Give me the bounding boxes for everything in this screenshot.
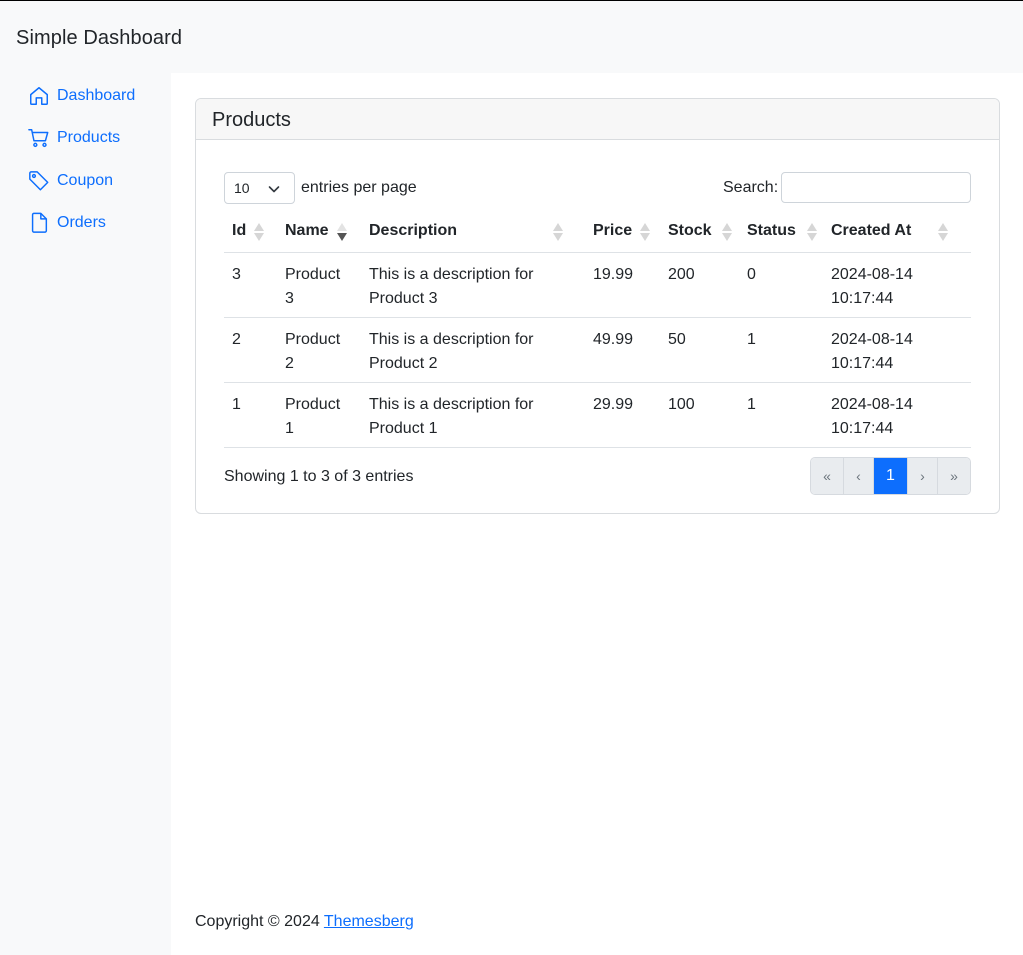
created-time: 10:17:44 bbox=[831, 419, 894, 437]
cell-name: Product 3 bbox=[277, 252, 361, 318]
pagination: « ‹ 1 › » bbox=[810, 457, 971, 495]
table-info: Showing 1 to 3 of 3 entries bbox=[224, 468, 414, 485]
column-header-status[interactable]: Status bbox=[739, 211, 823, 253]
search-input[interactable] bbox=[781, 172, 971, 203]
sidebar: Dashboard Products Coupon Orders bbox=[0, 73, 171, 955]
entries-per-page-select[interactable]: 10 bbox=[224, 172, 295, 204]
sort-icon bbox=[553, 223, 563, 241]
cell-id: 1 bbox=[224, 382, 277, 448]
sidebar-item-coupon[interactable]: Coupon bbox=[28, 168, 113, 194]
cell-description: This is a description for Product 3 bbox=[361, 252, 585, 318]
page-current-button[interactable]: 1 bbox=[874, 458, 908, 494]
created-date: 2024-08-14 bbox=[831, 330, 913, 348]
cell-description: This is a description for Product 2 bbox=[361, 317, 585, 383]
cart-icon bbox=[28, 129, 49, 148]
tag-icon bbox=[29, 171, 49, 191]
house-icon bbox=[30, 87, 48, 105]
products-table: Id Name Description Price Stock Status C… bbox=[224, 211, 971, 448]
main-content: Products 10 entries per page Search: Id … bbox=[171, 73, 1023, 955]
cell-name: Product 2 bbox=[277, 317, 361, 383]
sort-icon bbox=[938, 223, 948, 241]
sidebar-item-products[interactable]: Products bbox=[28, 125, 120, 151]
cell-id: 2 bbox=[224, 317, 277, 383]
table-row: 2 Product 2 This is a description for Pr… bbox=[224, 317, 971, 383]
column-header-created-at[interactable]: Created At bbox=[823, 211, 971, 253]
page-first-button[interactable]: « bbox=[811, 458, 844, 494]
column-header-description[interactable]: Description bbox=[361, 211, 585, 253]
per-page-label: entries per page bbox=[301, 179, 417, 196]
footer-copyright: Copyright © 2024 bbox=[195, 913, 324, 930]
column-header-id[interactable]: Id bbox=[224, 211, 277, 253]
sidebar-item-label: Products bbox=[57, 129, 121, 146]
sort-icon bbox=[807, 223, 817, 241]
sidebar-item-orders[interactable]: Orders bbox=[28, 210, 106, 236]
created-time: 10:17:44 bbox=[831, 354, 894, 372]
table-header-row: Id Name Description Price Stock Status C… bbox=[224, 211, 971, 253]
cell-name: Product 1 bbox=[277, 382, 361, 448]
sort-icon bbox=[722, 223, 732, 241]
created-time: 10:17:44 bbox=[831, 289, 894, 307]
cell-status: 1 bbox=[739, 382, 823, 448]
footer-link[interactable]: Themesberg bbox=[324, 913, 414, 930]
top-navbar: Simple Dashboard bbox=[0, 1, 1023, 73]
created-date: 2024-08-14 bbox=[831, 395, 913, 413]
page-prev-button[interactable]: ‹ bbox=[844, 458, 874, 494]
page-last-button[interactable]: » bbox=[938, 458, 970, 494]
footer: Copyright © 2024 Themesberg bbox=[195, 913, 414, 931]
page-next-button[interactable]: › bbox=[908, 458, 938, 494]
column-header-price[interactable]: Price bbox=[585, 211, 660, 253]
column-header-stock[interactable]: Stock bbox=[660, 211, 739, 253]
per-page-value: 10 bbox=[234, 180, 250, 196]
search-label: Search: bbox=[723, 179, 779, 196]
sort-desc-icon bbox=[337, 223, 347, 241]
cell-price: 19.99 bbox=[585, 252, 660, 318]
cell-price: 29.99 bbox=[585, 382, 660, 448]
file-icon bbox=[31, 212, 48, 233]
table-row: 1 Product 1 This is a description for Pr… bbox=[224, 382, 971, 448]
chevron-down-icon bbox=[268, 186, 280, 193]
sidebar-item-dashboard[interactable]: Dashboard bbox=[28, 83, 135, 109]
sidebar-item-label: Dashboard bbox=[57, 87, 136, 104]
cell-created-at: 2024-08-14 10:17:44 bbox=[823, 252, 971, 318]
cell-created-at: 2024-08-14 10:17:44 bbox=[823, 317, 971, 383]
sidebar-item-label: Coupon bbox=[57, 172, 114, 189]
cell-id: 3 bbox=[224, 252, 277, 318]
cell-created-at: 2024-08-14 10:17:44 bbox=[823, 382, 971, 448]
table-row: 3 Product 3 This is a description for Pr… bbox=[224, 252, 971, 318]
sort-icon bbox=[640, 223, 650, 241]
cell-stock: 100 bbox=[660, 382, 739, 448]
sidebar-item-label: Orders bbox=[57, 214, 106, 231]
cell-description: This is a description for Product 1 bbox=[361, 382, 585, 448]
cell-stock: 200 bbox=[660, 252, 739, 318]
cell-stock: 50 bbox=[660, 317, 739, 383]
card-title: Products bbox=[196, 99, 999, 140]
created-date: 2024-08-14 bbox=[831, 265, 913, 283]
cell-status: 1 bbox=[739, 317, 823, 383]
products-card: Products 10 entries per page Search: Id … bbox=[195, 98, 1000, 514]
column-header-name[interactable]: Name bbox=[277, 211, 361, 253]
sort-icon bbox=[254, 223, 264, 241]
cell-price: 49.99 bbox=[585, 317, 660, 383]
app-brand[interactable]: Simple Dashboard bbox=[16, 27, 182, 50]
cell-status: 0 bbox=[739, 252, 823, 318]
